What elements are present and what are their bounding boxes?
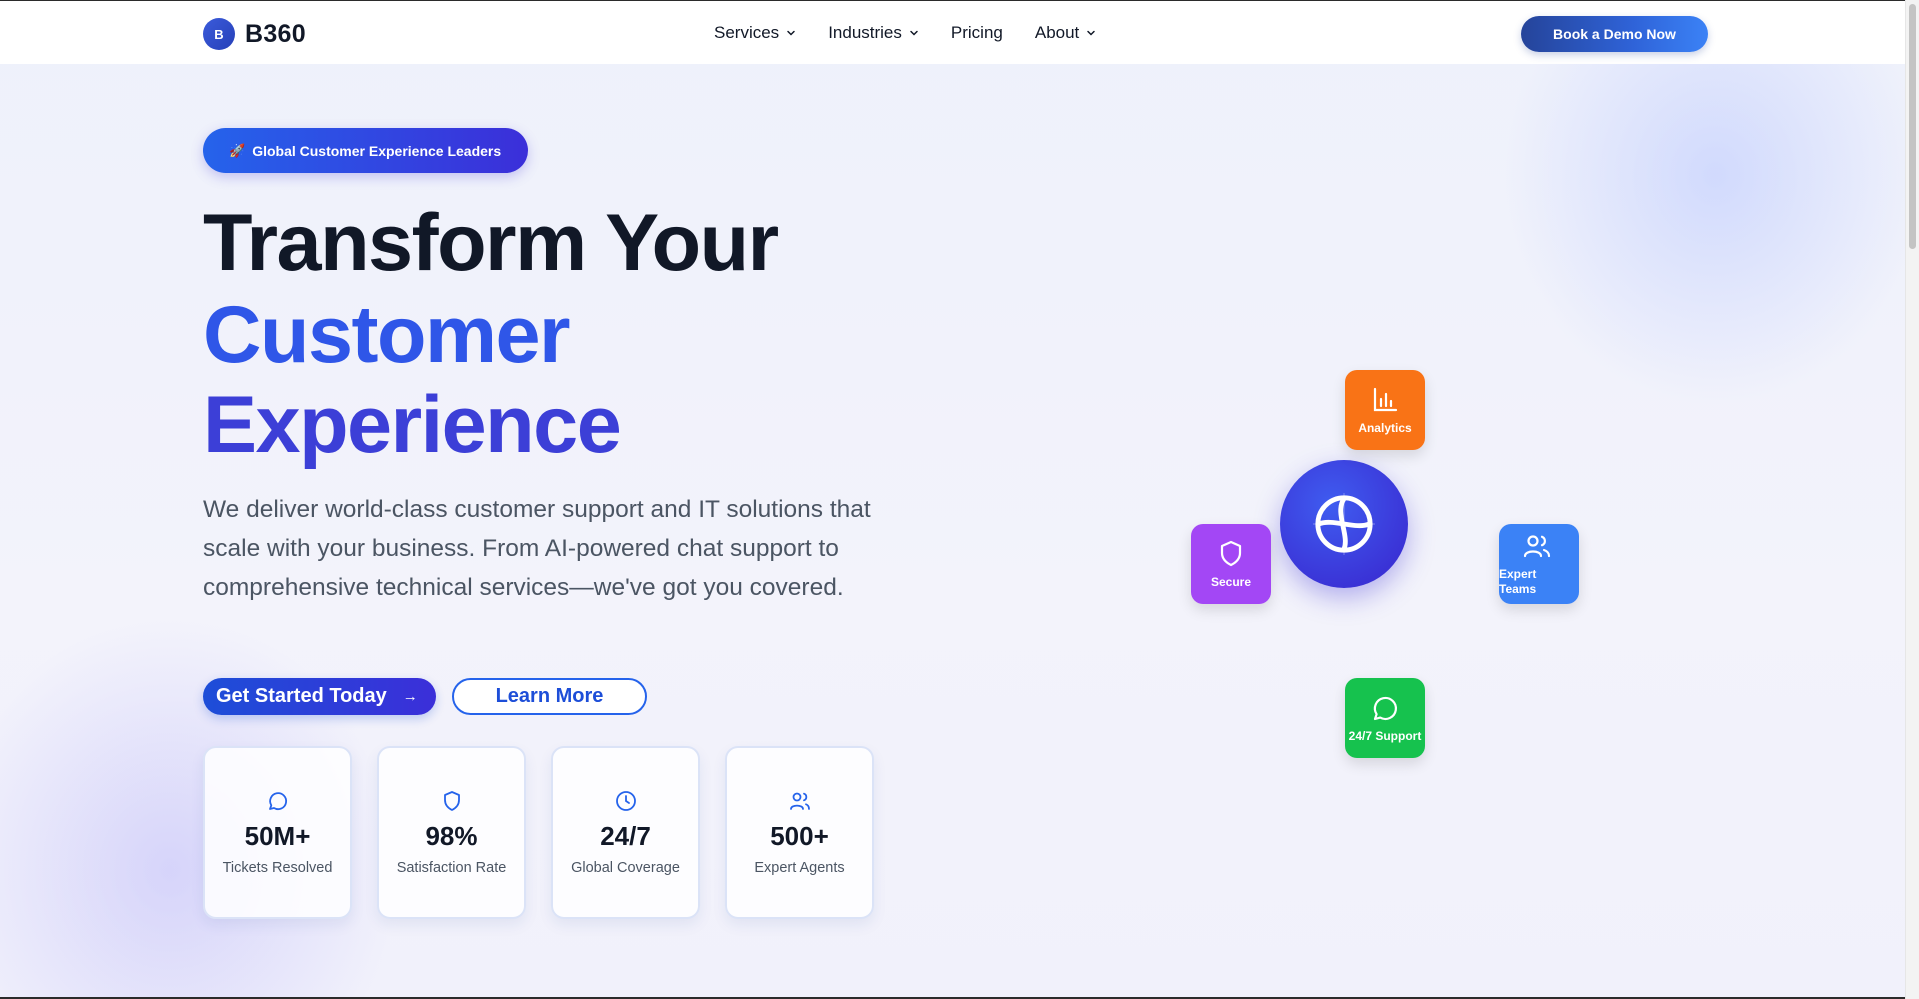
clock-icon	[615, 791, 636, 811]
stat-label: Expert Agents	[754, 860, 845, 876]
hero-title-line-1: Transform Your	[203, 198, 779, 288]
users-icon	[789, 792, 810, 810]
stat-value: 24/7	[600, 821, 651, 851]
chevron-down-icon	[1087, 30, 1096, 36]
stat-value: 98%	[425, 821, 478, 851]
hero-title-line-2: Customer	[203, 290, 571, 380]
stat-card: 98% Satisfaction Rate	[377, 746, 526, 919]
stat-card: 50M+ Tickets Resolved	[203, 746, 352, 919]
expert-teams-tile: Expert Teams	[1499, 524, 1579, 604]
stat-card: 24/7 Global Coverage	[551, 746, 700, 919]
get-started-label: Get Started Today	[216, 685, 387, 707]
learn-more-button[interactable]: Learn More	[452, 678, 647, 715]
logo-text: B360	[245, 19, 306, 48]
nav-item-pricing[interactable]: Pricing	[951, 23, 1003, 43]
globe-hub	[1280, 460, 1408, 588]
hero-badge-label: Global Customer Experience Leaders	[252, 142, 502, 159]
globe-icon	[1313, 493, 1375, 555]
page-scrollbar[interactable]	[1905, 0, 1919, 999]
nav-item-label: Pricing	[950, 23, 1003, 42]
hero-badge: 🚀 Global Customer Experience Leaders	[203, 128, 528, 173]
users-icon	[1523, 535, 1551, 558]
support-tile: 24/7 Support	[1345, 678, 1425, 758]
stat-value: 500+	[770, 821, 829, 851]
nav-item-services[interactable]: Services	[714, 23, 796, 43]
chat-bubble-icon	[268, 792, 287, 811]
rocket-icon: 🚀	[229, 142, 246, 158]
stat-label: Satisfaction Rate	[396, 860, 507, 876]
nav-item-industries[interactable]: Industries	[828, 23, 919, 43]
nav-item-about[interactable]: About	[1035, 23, 1096, 43]
stat-label: Tickets Resolved	[222, 860, 333, 876]
tile-label: 24/7 Support	[1348, 729, 1422, 743]
chevron-down-icon	[787, 30, 795, 36]
main-nav: Services Industries Pricing About	[714, 23, 1128, 43]
nav-item-label: About	[1034, 23, 1080, 42]
analytics-tile: Analytics	[1345, 370, 1425, 450]
book-demo-button[interactable]: Book a Demo Now	[1521, 16, 1708, 52]
logo[interactable]: B B360	[203, 18, 306, 50]
get-started-button[interactable]: Get Started Today →	[203, 678, 436, 715]
nav-item-label: Services	[714, 23, 780, 42]
logo-mark: B	[203, 18, 235, 50]
stat-value: 50M+	[244, 821, 311, 851]
chevron-down-icon	[910, 30, 918, 36]
stat-card: 500+ Expert Agents	[725, 746, 874, 919]
site-header: B B360 Services Industries Pricing About…	[0, 0, 1919, 64]
arrow-right-icon: →	[402, 688, 418, 705]
stat-label: Global Coverage	[571, 860, 680, 876]
hero-title-line-3: Experience	[203, 380, 622, 470]
shield-icon	[443, 791, 460, 811]
chat-bubble-icon	[1373, 696, 1397, 721]
bar-chart-icon	[1373, 387, 1398, 412]
tile-label: Expert Teams	[1499, 567, 1537, 596]
nav-item-label: Industries	[828, 23, 902, 42]
hero-description: We deliver world-class customer support …	[203, 496, 871, 601]
stats-row: 50M+ Tickets Resolved 98% Satisfaction R…	[203, 746, 874, 919]
shield-icon	[1220, 540, 1242, 567]
scrollbar-thumb[interactable]	[1909, 4, 1916, 249]
tile-label: Analytics	[1358, 421, 1412, 435]
tile-label: Secure	[1210, 575, 1252, 589]
secure-tile: Secure	[1191, 524, 1271, 604]
